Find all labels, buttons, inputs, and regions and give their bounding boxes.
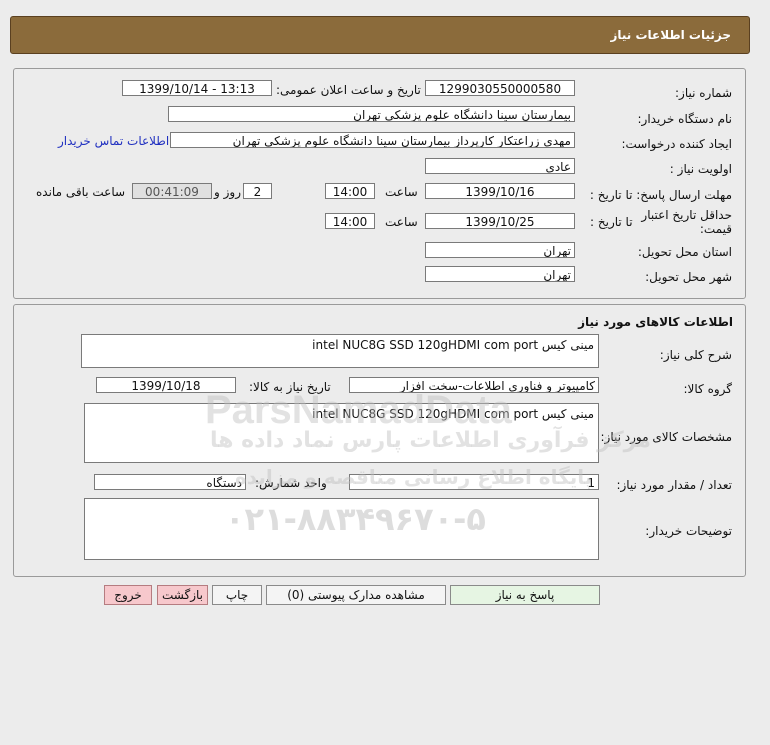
priority-field: عادی: [425, 158, 575, 174]
validity-label: حداقل تاریخ اعتبار قیمت:: [641, 208, 732, 236]
group-label: گروه کالا:: [683, 382, 733, 396]
page-title: جزئیات اطلاعات نیاز: [610, 28, 731, 42]
deadline-label: مهلت ارسال پاسخ: تا تاریخ :: [589, 188, 732, 202]
page-header: جزئیات اطلاعات نیاز: [10, 16, 750, 54]
deadline-time-label: ساعت: [385, 185, 418, 199]
validity-time-label: ساعت: [385, 215, 418, 229]
need-date-field: 1399/10/18: [96, 377, 236, 393]
priority-label: اولویت نیاز :: [669, 162, 732, 176]
days-label: روز و: [214, 185, 241, 199]
qty-label: تعداد / مقدار مورد نیاز:: [616, 478, 732, 492]
validity-until-label: تا تاریخ :: [590, 215, 633, 229]
goods-section-title: اطلاعات کالاهای مورد نیاز: [578, 315, 733, 329]
city-field: تهران: [425, 266, 575, 282]
deadline-time-field: 14:00: [325, 183, 375, 199]
summary-text: مینی کیس intel NUC8G SSD 120gHDMI com po…: [312, 338, 594, 352]
need-date-label: تاریخ نیاز به کالا:: [249, 380, 331, 394]
contact-buyer-link[interactable]: اطلاعات تماس خریدار: [58, 134, 169, 148]
notes-label: توضیحات خریدار:: [645, 524, 732, 538]
city-label: شهر محل تحویل:: [645, 270, 732, 284]
remaining-time-field: 00:41:09: [132, 183, 212, 199]
remaining-label: ساعت باقی مانده: [36, 185, 126, 199]
buyer-org-label: نام دستگاه خریدار:: [637, 112, 733, 126]
announce-field: 1399/10/14 - 13:13: [122, 80, 272, 96]
province-label: استان محل تحویل:: [637, 245, 732, 259]
exit-button[interactable]: خروج: [104, 585, 152, 605]
validity-time-field: 14:00: [325, 213, 375, 229]
need-number-field: 1299030550000580: [425, 80, 575, 96]
summary-label: شرح کلی نیاز:: [659, 348, 732, 362]
province-field: تهران: [425, 242, 575, 258]
attachments-button[interactable]: مشاهده مدارک پیوستی (0): [266, 585, 446, 605]
back-button[interactable]: بازگشت: [157, 585, 208, 605]
validity-date-field: 1399/10/25: [425, 213, 575, 229]
buyer-org-field: بیمارستان سینا دانشگاه علوم پزشکی تهران: [168, 106, 575, 122]
qty-field: 1: [349, 474, 599, 490]
notes-field: [84, 498, 599, 560]
respond-button[interactable]: پاسخ به نیاز: [450, 585, 600, 605]
announce-label: تاریخ و ساعت اعلان عمومی:: [276, 83, 421, 97]
specs-label: مشخصات کالای مورد نیاز:: [600, 430, 732, 444]
specs-text: مینی کیس intel NUC8G SSD 120gHDMI com po…: [312, 407, 594, 421]
need-info-panel: [13, 68, 746, 299]
summary-field: مینی کیس intel NUC8G SSD 120gHDMI com po…: [81, 334, 599, 368]
requester-field: مهدی زراعتکار کارپرداز بیمارستان سینا دا…: [170, 132, 575, 148]
need-number-label: شماره نیاز:: [675, 86, 732, 100]
deadline-date-field: 1399/10/16: [425, 183, 575, 199]
requester-label: ایجاد کننده درخواست:: [621, 137, 732, 151]
print-button[interactable]: چاپ: [212, 585, 262, 605]
days-field: 2: [243, 183, 272, 199]
unit-field: دستگاه: [94, 474, 246, 490]
specs-field: مینی کیس intel NUC8G SSD 120gHDMI com po…: [84, 403, 599, 463]
unit-label: واحد شمارش:: [255, 476, 327, 490]
group-field: کامپیوتر و فناوری اطلاعات-سخت افزار: [349, 377, 599, 393]
